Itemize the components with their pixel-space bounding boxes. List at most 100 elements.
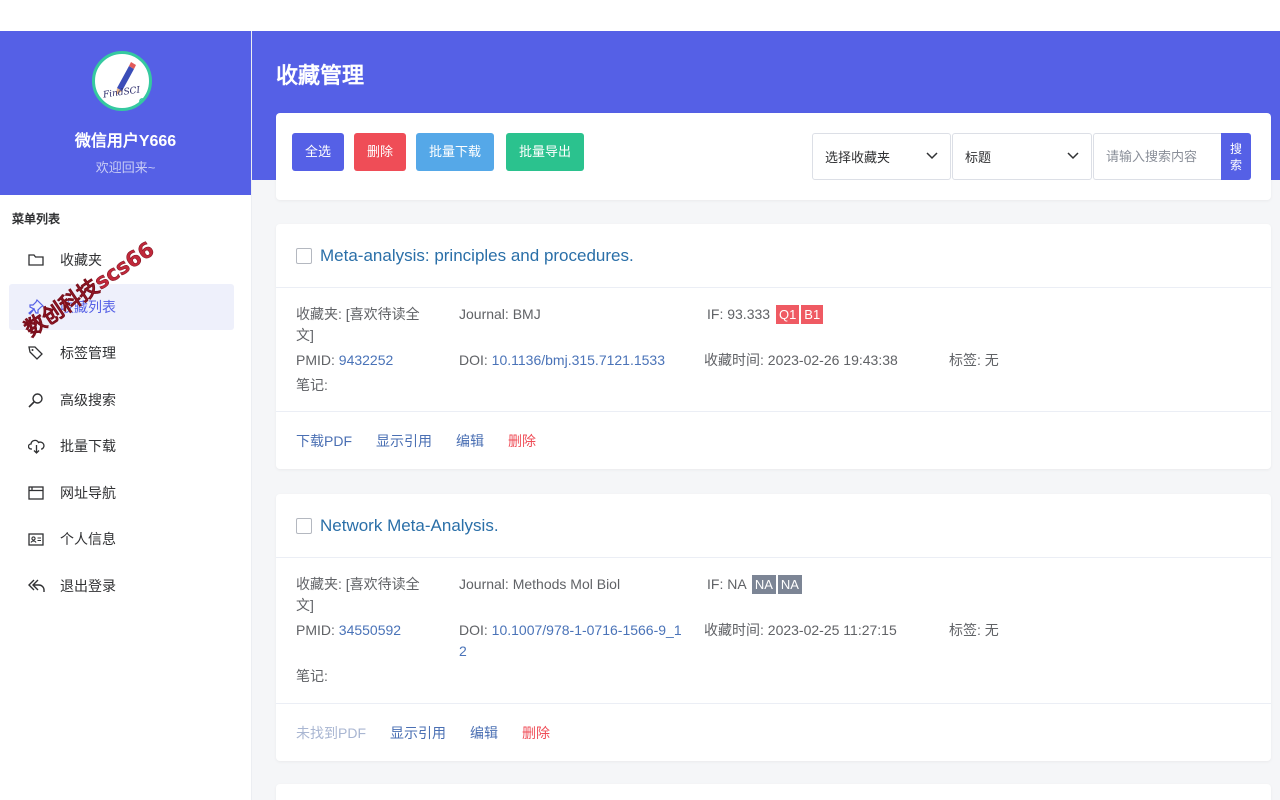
- online-status-dot: [138, 97, 147, 106]
- article-tags: 标签: 无: [949, 350, 999, 371]
- article-folder: 收藏夹: [喜欢待读全文]: [296, 574, 436, 616]
- article-tags: 标签: 无: [949, 620, 999, 641]
- sidebar: FindSCI 微信用户Y666 欢迎回来~ 菜单列表 收藏夹 收藏列表 标签管…: [0, 31, 252, 800]
- tags-value: 无: [984, 352, 999, 368]
- delete-link[interactable]: 删除: [522, 723, 550, 743]
- article-checkbox[interactable]: [296, 517, 312, 534]
- folder-label: 收藏夹:: [296, 576, 346, 592]
- sidebar-item-bulk-download[interactable]: 批量下载: [9, 423, 234, 469]
- sidebar-item-tag-management[interactable]: 标签管理: [9, 330, 234, 376]
- edit-link[interactable]: 编辑: [456, 431, 484, 451]
- delete-link[interactable]: 删除: [508, 431, 536, 451]
- user-profile: FindSCI 微信用户Y666 欢迎回来~: [0, 31, 251, 195]
- sidebar-item-site-navigation[interactable]: 网址导航: [9, 470, 234, 516]
- search-icon: [27, 391, 45, 409]
- journal-value: BMJ: [512, 306, 541, 322]
- pmid-label: PMID:: [296, 352, 339, 368]
- logout-icon: [27, 577, 45, 595]
- bulk-download-button[interactable]: 批量下载: [416, 133, 495, 171]
- sidebar-item-label: 个人信息: [60, 531, 116, 547]
- sidebar-item-personal-info[interactable]: 个人信息: [9, 516, 234, 562]
- article-pmid: PMID: 34550592: [296, 620, 401, 641]
- article-card: Meta-analysis: principles and procedures…: [276, 224, 1271, 469]
- search-button[interactable]: 搜索: [1221, 133, 1251, 180]
- if-label: IF:: [707, 576, 728, 592]
- folder-select-value: 选择收藏夹: [825, 150, 891, 165]
- tags-label: 标签:: [949, 622, 985, 638]
- sidebar-item-label: 标签管理: [60, 345, 116, 361]
- doi-label: DOI:: [459, 622, 492, 638]
- folder-label: 收藏夹:: [296, 306, 346, 322]
- article-checkbox[interactable]: [296, 247, 312, 264]
- cloud-download-icon: [27, 437, 45, 455]
- page-title: 收藏管理: [276, 63, 365, 88]
- toolbar: 全选 删除 批量下载 批量导出 选择收藏夹 标题 搜索: [276, 113, 1271, 200]
- search-input[interactable]: [1093, 133, 1221, 180]
- article-notes: 笔记:: [296, 666, 328, 687]
- pdf-not-found-label: 未找到PDF: [296, 724, 366, 741]
- article-impact-factor: IF: 93.333 Q1 B1: [707, 304, 824, 325]
- download-pdf-link[interactable]: 下载PDF: [296, 431, 352, 451]
- sidebar-item-favorites-list[interactable]: 收藏列表: [9, 283, 234, 330]
- article-notes: 笔记:: [296, 375, 328, 396]
- show-citation-link[interactable]: 显示引用: [376, 431, 432, 451]
- article-details: 收藏夹: [喜欢待读全文] Journal: Methods Mol Biol …: [276, 558, 1271, 704]
- article-impact-factor: IF: NA NA NA: [707, 574, 802, 595]
- article-doi: DOI: 10.1136/bmj.315.7121.1533: [459, 350, 689, 371]
- folder-icon: [27, 251, 45, 269]
- article-actions: 下载PDF 显示引用 编辑 删除: [276, 412, 1271, 469]
- folder-select[interactable]: 选择收藏夹: [812, 133, 951, 180]
- article-details: 收藏夹: [喜欢待读全文] Journal: BMJ IF: 93.333 Q1…: [276, 288, 1271, 412]
- search-field-select[interactable]: 标题: [952, 133, 1092, 180]
- notes-label: 笔记:: [296, 668, 328, 684]
- search-field-select-value: 标题: [965, 150, 992, 165]
- pmid-link[interactable]: 34550592: [339, 622, 401, 638]
- top-strip: [0, 0, 1280, 31]
- article-card-header: Meta-analysis: principles and procedures…: [276, 224, 1271, 288]
- article-card-partial: [276, 784, 1271, 800]
- sidebar-item-label: 批量下载: [60, 438, 116, 454]
- id-card-icon: [27, 530, 45, 548]
- avatar[interactable]: FindSCI: [92, 51, 152, 111]
- doi-link[interactable]: 10.1007/978-1-0716-1566-9_12: [459, 622, 682, 659]
- quartile-badge: Q1: [775, 305, 800, 324]
- article-card-header: Network Meta-Analysis.: [276, 494, 1271, 558]
- bulk-export-button[interactable]: 批量导出: [506, 133, 585, 171]
- sidebar-item-label: 高级搜索: [60, 391, 116, 408]
- edit-link[interactable]: 编辑: [470, 723, 498, 743]
- article-saved-time: 收藏时间: 2023-02-25 11:27:15: [704, 620, 897, 641]
- chevron-down-icon: [926, 152, 938, 160]
- chevron-down-icon: [1067, 152, 1079, 160]
- saved-time-value: 2023-02-25 11:27:15: [767, 622, 897, 638]
- delete-button[interactable]: 删除: [354, 133, 407, 171]
- article-journal: Journal: BMJ: [459, 304, 541, 325]
- sidebar-item-advanced-search[interactable]: 高级搜索: [9, 377, 234, 423]
- notes-label: 笔记:: [296, 377, 328, 393]
- username: 微信用户Y666: [74, 133, 177, 150]
- saved-time-value: 2023-02-26 19:43:38: [767, 352, 898, 368]
- sidebar-item-label: 退出登录: [60, 577, 116, 594]
- if-value: 93.333: [727, 306, 771, 322]
- select-all-button[interactable]: 全选: [292, 133, 345, 171]
- browser-icon: [27, 484, 45, 502]
- article-card: Network Meta-Analysis. 收藏夹: [喜欢待读全文] Jou…: [276, 494, 1271, 761]
- show-citation-link[interactable]: 显示引用: [390, 723, 446, 743]
- journal-value: Methods Mol Biol: [512, 576, 621, 592]
- tag-icon: [27, 344, 45, 362]
- article-title-link[interactable]: Network Meta-Analysis.: [320, 516, 499, 536]
- article-saved-time: 收藏时间: 2023-02-26 19:43:38: [704, 350, 898, 371]
- article-title-link[interactable]: Meta-analysis: principles and procedures…: [320, 246, 634, 266]
- saved-time-label: 收藏时间:: [704, 352, 768, 368]
- sidebar-item-favorites-folder[interactable]: 收藏夹: [9, 237, 234, 283]
- category-badge: NA: [777, 575, 802, 594]
- sidebar-item-logout[interactable]: 退出登录: [9, 563, 234, 609]
- pmid-link[interactable]: 9432252: [339, 352, 394, 368]
- doi-link[interactable]: 10.1136/bmj.315.7121.1533: [492, 352, 665, 368]
- sidebar-item-label: 收藏夹: [60, 252, 102, 268]
- sidebar-item-label: 网址导航: [60, 484, 116, 501]
- article-doi: DOI: 10.1007/978-1-0716-1566-9_12: [459, 620, 689, 662]
- pmid-label: PMID:: [296, 622, 339, 638]
- article-actions: 未找到PDF 显示引用 编辑 删除: [276, 704, 1271, 761]
- article-journal: Journal: Methods Mol Biol: [459, 574, 620, 595]
- article-pmid: PMID: 9432252: [296, 350, 393, 371]
